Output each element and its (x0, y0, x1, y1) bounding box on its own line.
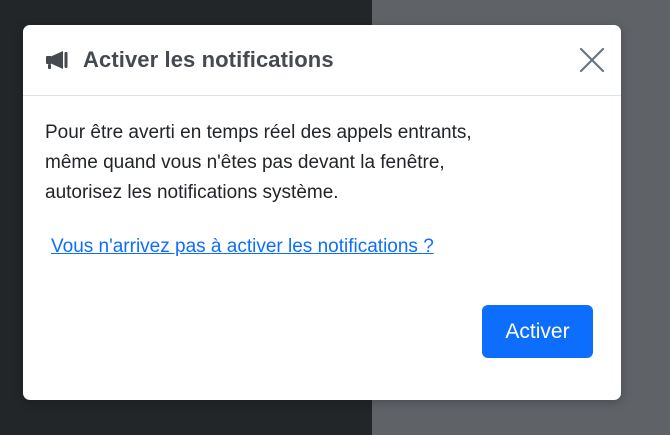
description-line: même quand vous n'êtes pas devant la fen… (45, 152, 445, 173)
notifications-modal: Activer les notifications Pour être aver… (23, 25, 621, 400)
modal-footer: Activer (482, 305, 593, 358)
notifications-help-link[interactable]: Vous n'arrivez pas à activer les notific… (51, 236, 434, 258)
close-button[interactable] (577, 45, 607, 75)
modal-header: Activer les notifications (23, 25, 621, 96)
description-line: Pour être averti en temps réel des appel… (45, 122, 472, 143)
activate-button[interactable]: Activer (482, 305, 593, 358)
description-line: autorisez les notifications système. (45, 182, 339, 203)
modal-body: Pour être averti en temps réel des appel… (23, 96, 621, 258)
modal-description: Pour être averti en temps réel des appel… (45, 118, 585, 208)
modal-title: Activer les notifications (83, 47, 334, 72)
megaphone-icon (45, 50, 71, 70)
close-icon (579, 47, 605, 73)
